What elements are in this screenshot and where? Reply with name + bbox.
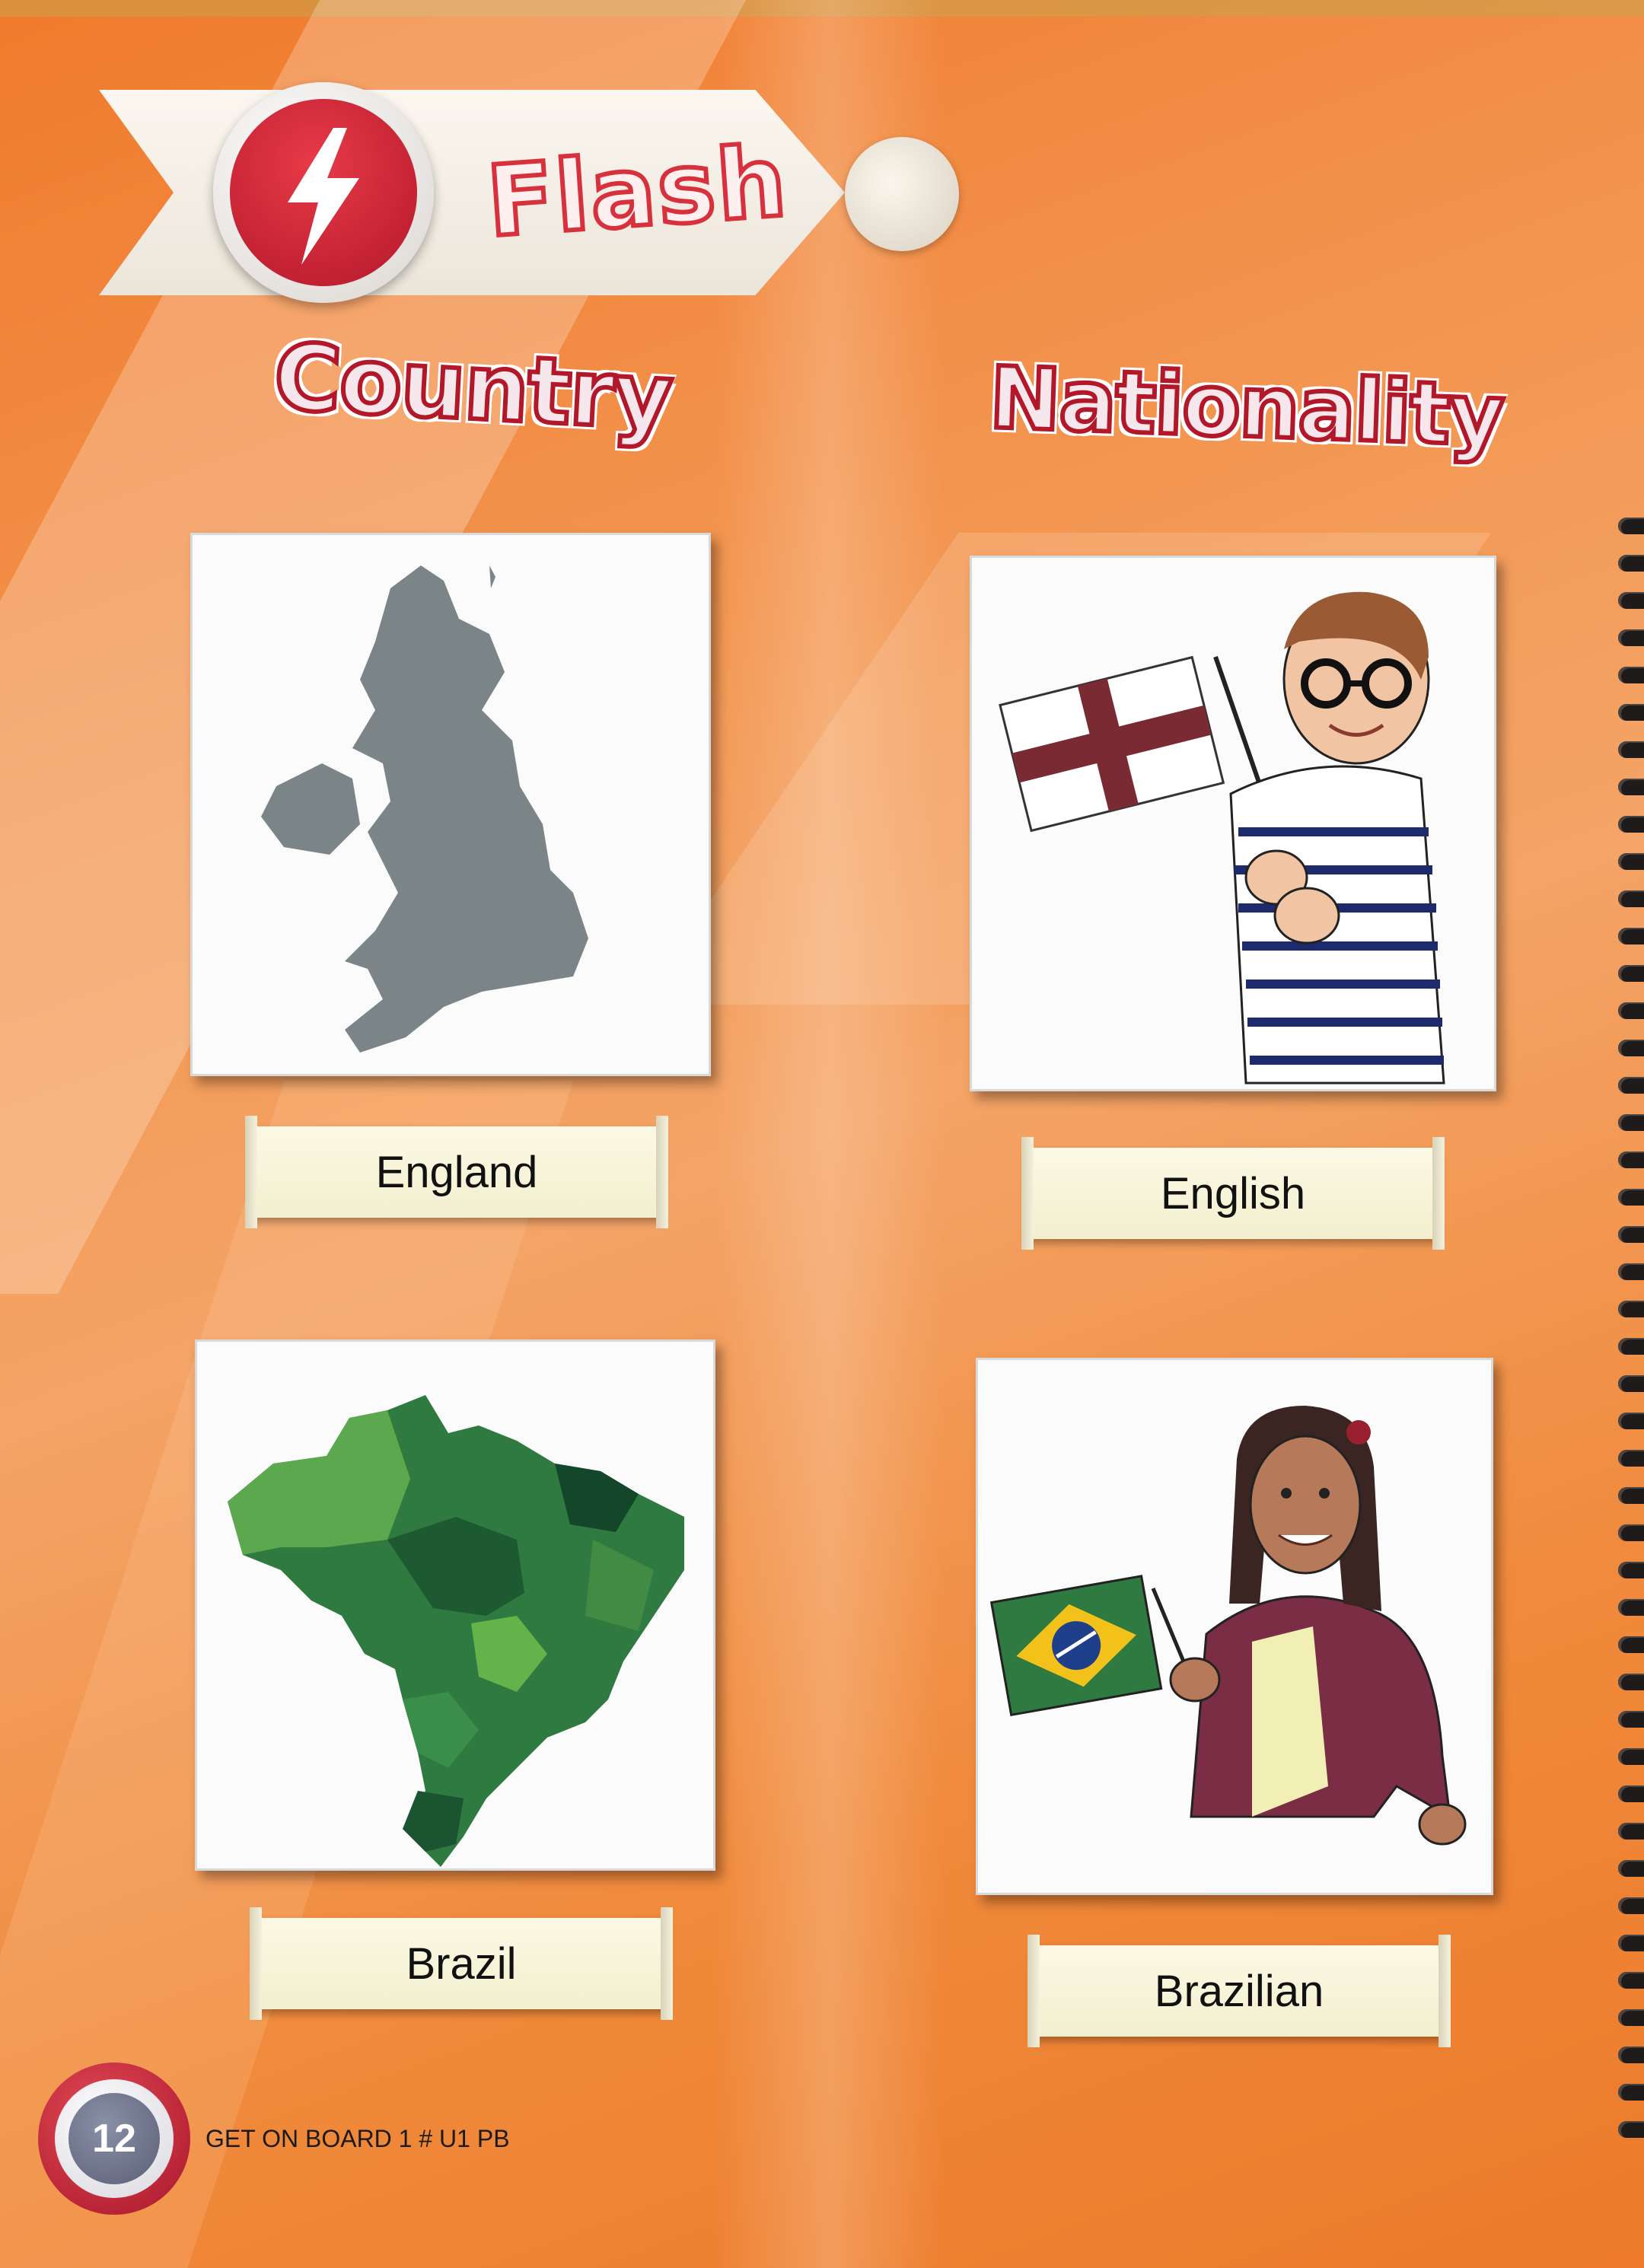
label-brazilian: Brazilian [1028,1935,1451,2047]
spiral-ring [1618,816,1644,833]
label-brazil: Brazil [250,1907,673,2020]
spiral-ring [1618,2047,1644,2063]
spiral-ring [1618,1152,1644,1168]
brazil-map-illustration [228,1395,684,1867]
spiral-ring [1618,1860,1644,1877]
spiral-ring [1618,1114,1644,1131]
uk-map-illustration [261,565,588,1053]
page-number-badge: 12 [38,2063,190,2215]
card-english-boy [970,556,1496,1091]
spiral-ring [1618,1785,1644,1802]
spiral-ring [1618,1301,1644,1317]
spiral-ring [1618,2009,1644,2026]
lightning-badge [213,82,434,303]
book-reference: GET ON BOARD 1 # U1 PB [206,2125,510,2152]
spiral-ring [1618,1226,1644,1243]
spiral-ring [1618,1562,1644,1578]
spiral-ring [1618,890,1644,907]
card-brazilian-girl [976,1358,1493,1895]
spiral-ring [1618,2084,1644,2101]
spiral-ring [1618,1823,1644,1840]
label-english: English [1021,1137,1445,1250]
card-england-map [190,533,711,1076]
spiral-ring [1618,1002,1644,1019]
spiral-ring [1618,1897,1644,1914]
spiral-ring [1618,1189,1644,1206]
spiral-binding [1614,518,1644,2177]
spiral-ring [1618,555,1644,572]
spiral-ring [1618,1711,1644,1728]
banner-end-circle [845,137,959,251]
page-number: 12 [68,2093,160,2184]
spiral-ring [1618,779,1644,795]
spiral-ring [1618,1599,1644,1616]
banner-title: Flash [481,123,793,261]
label-england: England [245,1116,668,1228]
card-brazil-map [195,1339,715,1871]
spiral-ring [1618,1524,1644,1541]
spiral-ring [1618,1077,1644,1094]
spiral-ring [1618,1636,1644,1653]
english-boy-illustration [999,591,1445,1085]
spiral-ring [1618,1487,1644,1504]
heading-country: Country [269,322,677,453]
spiral-ring [1618,1338,1644,1355]
spiral-ring [1618,928,1644,944]
spiral-ring [1618,1972,1644,1989]
spiral-ring [1618,629,1644,646]
spiral-ring [1618,1413,1644,1429]
spiral-ring [1618,853,1644,870]
page-fold-highlight [715,0,944,2268]
spiral-ring [1618,2121,1644,2138]
spiral-ring [1618,592,1644,609]
brazilian-girl-illustration [989,1406,1467,1846]
spiral-ring [1618,1450,1644,1467]
spiral-ring [1618,1375,1644,1392]
heading-nationality: Nationality [986,346,1507,467]
spiral-ring [1618,1040,1644,1056]
spiral-ring [1618,741,1644,758]
spiral-ring [1618,1748,1644,1765]
spiral-ring [1618,1935,1644,1951]
flash-banner: Flash [99,82,845,303]
spiral-ring [1618,667,1644,683]
spiral-ring [1618,965,1644,982]
spiral-ring [1618,518,1644,534]
spiral-ring [1618,1263,1644,1280]
spiral-ring [1618,704,1644,721]
spiral-ring [1618,1674,1644,1690]
lightning-bolt-icon [288,128,359,265]
